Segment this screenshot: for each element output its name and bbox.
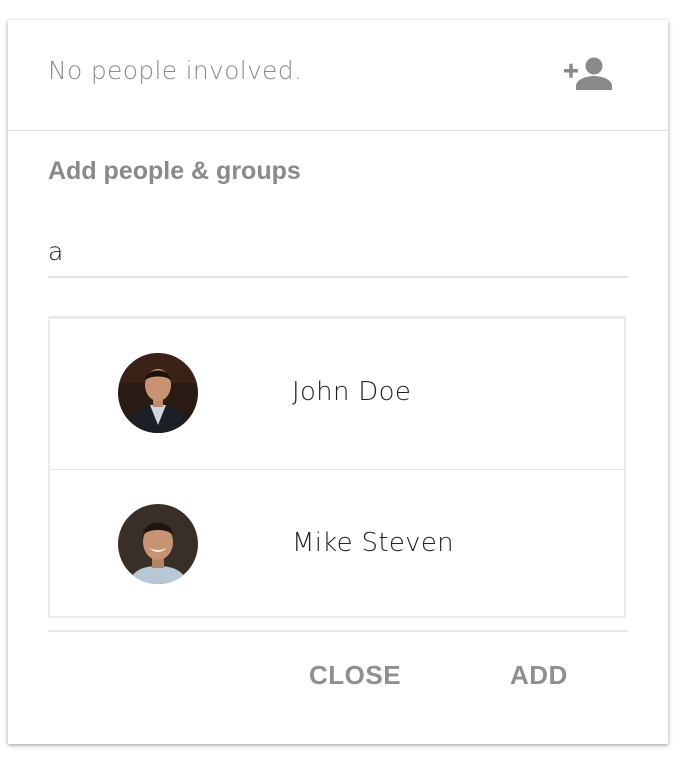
close-button[interactable]: CLOSE — [309, 660, 401, 691]
footer-divider — [48, 630, 628, 632]
involved-status-text: No people involved. — [48, 56, 303, 85]
search-results-list: John Doe Mike Steven — [48, 316, 626, 618]
avatar — [118, 353, 198, 433]
avatar — [118, 504, 198, 584]
add-button[interactable]: ADD — [510, 660, 568, 691]
person-name: Mike Steven — [292, 528, 454, 558]
add-person-icon — [564, 57, 612, 90]
list-item[interactable]: John Doe — [50, 319, 624, 469]
person-name: John Doe — [292, 377, 412, 407]
list-item[interactable]: Mike Steven — [50, 469, 624, 619]
add-people-title: Add people & groups — [48, 157, 301, 185]
people-search-input[interactable] — [48, 226, 628, 278]
add-people-dialog: No people involved. Add people & groups — [8, 20, 668, 744]
add-person-button[interactable] — [562, 54, 614, 94]
involved-people-header: No people involved. — [8, 20, 668, 131]
